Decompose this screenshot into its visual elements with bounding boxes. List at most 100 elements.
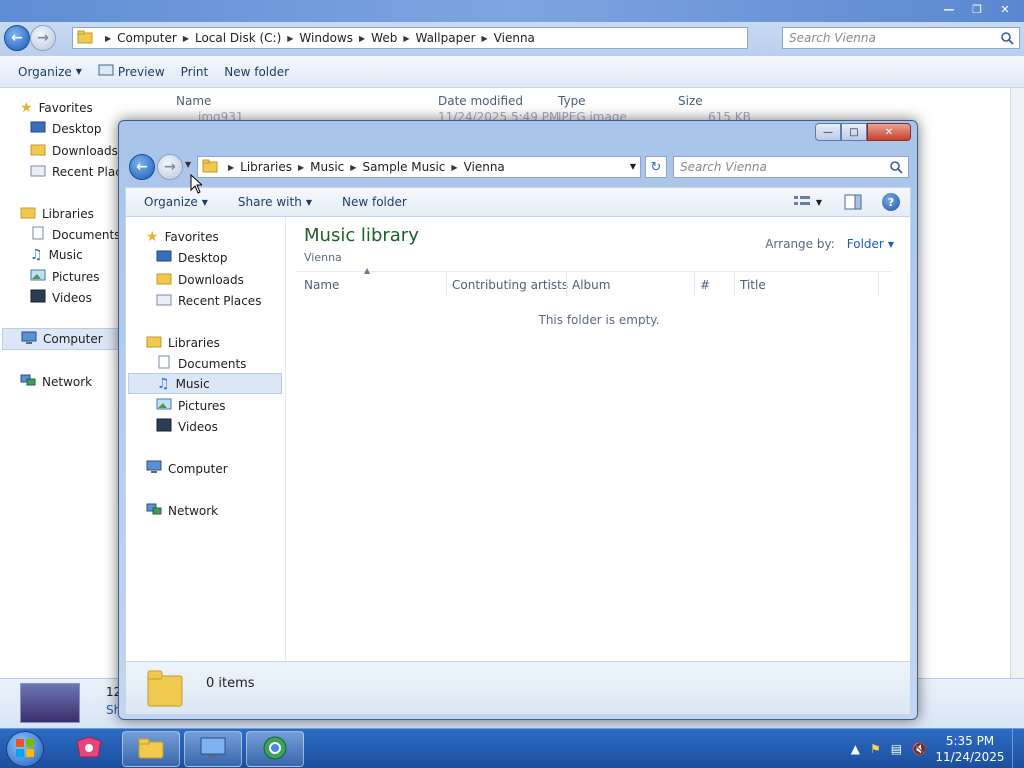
nav-computer[interactable]: Computer [146,460,228,477]
column-date-modified[interactable]: Date modified [438,94,523,108]
back-button[interactable]: ← [129,154,155,180]
chevron-right-icon: ▶ [105,33,112,43]
column-name[interactable]: Name [304,278,339,292]
minimize-button[interactable]: — [815,123,841,141]
preview-pane-icon[interactable] [844,194,862,213]
column-number[interactable]: # [700,278,710,292]
new-folder-button[interactable]: New folder [216,65,297,79]
address-box[interactable]: ▶ Computer ▶ Local Disk (C:) ▶ Windows ▶… [72,27,748,49]
nav-desktop[interactable]: Desktop [156,250,228,266]
column-name[interactable]: Name [176,94,211,108]
nav-favorites[interactable]: ★ Favorites [20,100,93,116]
breadcrumb-local-disk[interactable]: Local Disk (C:) [195,31,281,45]
new-folder-button[interactable]: New folder [334,195,415,209]
nav-videos[interactable]: Videos [156,418,218,435]
nav-documents[interactable]: Documents [156,355,246,372]
column-divider[interactable] [446,272,447,296]
nav-music[interactable]: ♫ Music [30,247,83,263]
preview-button[interactable]: Preview [90,63,173,80]
volume-muted-icon[interactable]: 🔇 [912,742,927,756]
nav-desktop[interactable]: Desktop [30,121,102,137]
search-input[interactable]: Search Vienna [673,156,909,178]
nav-favorites[interactable]: ★ Favorites [146,229,219,245]
preview-icon [98,63,114,80]
taskbar-remote-desktop[interactable] [184,731,242,767]
forward-button[interactable]: → [157,154,183,180]
column-divider[interactable] [878,272,879,296]
column-divider[interactable] [734,272,735,296]
new-folder-label: New folder [341,195,407,209]
desktop-icon [30,121,46,137]
address-box[interactable]: ▶ Libraries ▶ Music ▶ Sample Music ▶ Vie… [197,156,641,178]
network-status-icon[interactable]: ▤ [891,742,902,756]
nav-music[interactable]: ♫ Music [128,373,282,394]
breadcrumb-libraries[interactable]: Libraries [240,160,292,174]
clock[interactable]: 5:35 PM 11/24/2025 [932,733,1008,765]
chevron-right-icon: ▶ [228,162,235,172]
start-button[interactable] [6,731,44,767]
organize-menu[interactable]: Organize ▼ [10,65,90,79]
nav-libraries[interactable]: Libraries [146,334,220,351]
nav-network[interactable]: Network [20,373,92,390]
close-button[interactable]: ✕ [992,0,1018,18]
breadcrumb-computer[interactable]: Computer [117,31,177,45]
column-album[interactable]: Album [572,278,610,292]
nav-libraries[interactable]: Libraries [20,205,94,222]
nav-downloads[interactable]: Downloads [156,271,244,288]
refresh-icon[interactable]: ↻ [645,156,667,178]
nav-pictures[interactable]: Pictures [156,397,226,414]
search-icon[interactable] [1000,31,1014,48]
organize-label: Organize [18,64,72,79]
breadcrumb-wallpaper[interactable]: Wallpaper [415,31,475,45]
arrange-by: Arrange by: Folder ▼ [765,237,894,251]
nav-computer-label: Computer [168,461,228,476]
search-input[interactable]: Search Vienna [782,27,1020,49]
column-size[interactable]: Size [678,94,703,108]
recent-pages-dropdown-icon[interactable]: ▼ [185,160,191,169]
help-icon[interactable]: ? [882,193,900,211]
breadcrumb-vienna[interactable]: Vienna [464,160,505,174]
nav-libraries-label: Libraries [168,335,220,350]
minimize-button[interactable]: — [936,0,962,18]
windows-logo-icon [15,738,35,761]
vertical-scrollbar[interactable] [1010,88,1024,678]
column-divider[interactable] [566,272,567,296]
breadcrumb-web[interactable]: Web [371,31,397,45]
nav-pictures[interactable]: Pictures [30,268,100,285]
taskbar-app-pinned[interactable] [60,731,118,767]
breadcrumb-vienna[interactable]: Vienna [494,31,535,45]
arrange-by-dropdown[interactable]: Folder ▼ [847,237,894,251]
action-center-icon[interactable]: ⚑ [870,742,881,756]
back-button[interactable]: ← [4,25,30,51]
nav-documents[interactable]: Documents [30,226,120,243]
print-button[interactable]: Print [173,65,217,79]
column-divider[interactable] [694,272,695,296]
close-button[interactable]: ✕ [867,123,911,141]
show-hidden-icons-icon[interactable]: ▲ [851,742,860,756]
nav-network[interactable]: Network [146,502,218,519]
documents-icon [30,226,46,243]
column-title[interactable]: Title [740,278,766,292]
taskbar-windows-explorer[interactable] [122,731,180,767]
nav-videos[interactable]: Videos [30,289,92,306]
forward-button[interactable]: → [30,25,56,51]
view-options-button[interactable]: ▼ [793,195,822,210]
maximize-button[interactable]: ❐ [964,0,990,18]
nav-libraries-label: Libraries [42,206,94,221]
breadcrumb-sample-music[interactable]: Sample Music [362,160,445,174]
column-type[interactable]: Type [558,94,586,108]
taskbar-browser[interactable] [246,731,304,767]
nav-desktop-label: Desktop [178,251,228,265]
breadcrumb-windows[interactable]: Windows [299,31,353,45]
breadcrumb-music[interactable]: Music [310,160,344,174]
organize-menu[interactable]: Organize ▼ [136,195,216,209]
nav-recent-places[interactable]: Recent Places [156,292,261,309]
address-dropdown-icon[interactable]: ▼ [630,162,636,171]
show-desktop-button[interactable] [1012,729,1024,768]
column-contributing-artists[interactable]: Contributing artists [452,278,568,292]
nav-favorites-label: Favorites [38,101,93,115]
maximize-button[interactable]: □ [841,123,867,141]
nav-downloads[interactable]: Downloads [30,142,118,159]
search-icon[interactable] [889,160,903,177]
share-with-menu[interactable]: Share with ▼ [230,195,320,209]
